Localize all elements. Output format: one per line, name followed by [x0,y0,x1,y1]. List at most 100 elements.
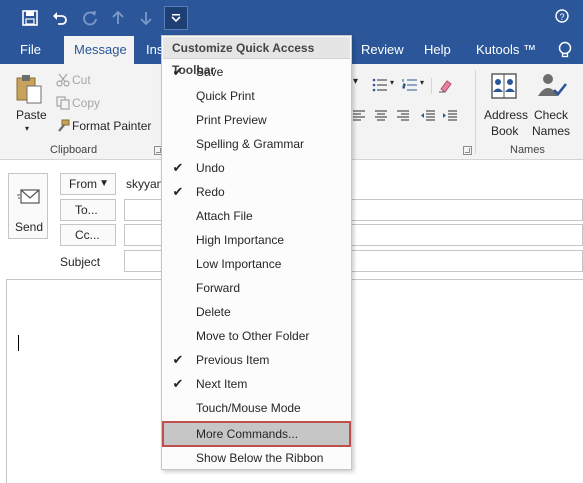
from-label: From [69,177,97,191]
names-group-label: Names [510,144,545,156]
address-book-button[interactable]: Address Book [480,70,530,142]
chevron-down-icon: ▾ [25,124,30,133]
menu-item-high-importance[interactable]: High Importance [163,228,350,252]
address-book-icon [491,73,517,99]
chevron-down-icon: ▾ [390,78,395,87]
outdent-icon [421,110,435,121]
menu-item-save[interactable]: ✔ Save [163,60,350,84]
scissors-icon [56,73,70,87]
save-icon [22,10,38,26]
check-names-icon [538,74,568,96]
check-names-button[interactable]: Check Names [530,70,576,142]
cc-button[interactable]: Cc... [60,224,116,246]
menu-item-low-importance[interactable]: Low Importance [163,252,350,276]
chevron-down-icon: ▾ [420,78,425,87]
undo-qat-button[interactable] [48,6,72,30]
align-left-icon [353,110,365,121]
align-center-icon [375,110,387,121]
menu-item-next-item[interactable]: ✔ Next Item [163,372,350,396]
send-label: Send [14,220,44,234]
checkmark-icon: ✔ [172,352,184,367]
tab-message[interactable]: Message [64,36,134,64]
cut-label: Cut [72,73,91,87]
menu-item-spelling-grammar[interactable]: Spelling & Grammar [163,132,350,156]
menu-item-more-commands[interactable]: More Commands... [162,421,351,447]
to-label: To... [75,203,98,217]
align-right-button[interactable] [396,110,410,124]
paste-button[interactable]: Paste ▾ [6,72,52,142]
copy-icon [56,96,70,110]
menu-item-undo[interactable]: ✔ Undo [163,156,350,180]
title-bar: ? [0,0,583,36]
tab-review[interactable]: Review [351,36,414,64]
check-names-label-1: Check [534,108,569,122]
arrow-down-icon [140,12,152,25]
cut-button[interactable]: Cut [54,70,154,90]
lightbulb-icon[interactable] [555,40,575,60]
checkmark-icon: ✔ [172,376,184,391]
group-separator [475,70,476,154]
format-painter-label: Format Painter [72,119,152,133]
chevron-down-icon: ▼ [99,178,109,189]
indent-icon [443,110,457,121]
increase-indent-button[interactable] [442,110,458,124]
eraser-icon [439,80,452,93]
align-right-icon [397,110,409,121]
format-painter-button[interactable]: Format Painter [54,116,158,136]
checkmark-icon: ✔ [172,64,184,79]
address-book-label-2: Book [491,124,519,138]
from-value: skyyan [126,177,164,191]
checkmark-icon: ✔ [172,160,184,175]
paintbrush-icon [58,119,70,132]
menu-item-touch-mouse-mode[interactable]: Touch/Mouse Mode [163,396,350,420]
menu-item-print-preview[interactable]: Print Preview [163,108,350,132]
arrow-up-icon [112,11,124,24]
save-qat-button[interactable] [18,6,42,30]
tab-help[interactable]: Help [414,36,461,64]
send-button[interactable]: Send [8,173,48,239]
tab-file[interactable]: File [10,36,51,64]
undo-icon [53,12,67,25]
clipboard-group-label: Clipboard [50,144,98,156]
cc-label: Cc... [75,228,100,242]
paste-icon [16,75,42,104]
menu-item-quick-print[interactable]: Quick Print [163,84,350,108]
menu-item-redo[interactable]: ✔ Redo [163,180,350,204]
help-circle-icon: ? [555,9,569,23]
align-left-button[interactable] [352,110,368,124]
customize-qat-dropdown[interactable] [164,6,188,30]
tab-kutools[interactable]: Kutools ™ [466,36,546,64]
bullets-icon [372,78,387,92]
copy-label: Copy [72,96,101,110]
send-envelope-icon [17,189,40,204]
address-book-label-1: Address [484,108,529,122]
menu-item-show-below-ribbon[interactable]: Show Below the Ribbon [163,446,350,470]
basic-text-dialog-launcher[interactable] [463,146,472,155]
next-item-qat-button[interactable] [134,6,158,30]
text-caret [18,335,19,351]
previous-item-qat-button[interactable] [106,6,130,30]
menu-item-move-to-other-folder[interactable]: Move to Other Folder [163,324,350,348]
menu-item-attach-file[interactable]: Attach File [163,204,350,228]
decrease-indent-button[interactable] [420,110,436,124]
chevron-down-icon [171,14,181,23]
bullets-button[interactable]: ▾ [372,78,398,94]
svg-text:?: ? [559,12,564,22]
customize-qat-menu: Customize Quick Access Toolbar ✔ Save Qui… [161,35,352,470]
align-center-button[interactable] [374,110,388,124]
subject-label: Subject [60,255,101,269]
menu-item-delete[interactable]: Delete [163,300,350,324]
from-button[interactable]: From ▼ [60,173,116,195]
copy-button[interactable]: Copy [54,93,154,113]
redo-icon [83,11,97,26]
menu-item-previous-item[interactable]: ✔ Previous Item [163,348,350,372]
redo-qat-button[interactable] [78,6,102,30]
checkmark-icon: ✔ [172,184,184,199]
check-names-label-2: Names [532,124,571,138]
menu-item-forward[interactable]: Forward [163,276,350,300]
to-button[interactable]: To... [60,199,116,221]
paste-label: Paste [16,108,47,122]
chevron-down-icon[interactable]: ▾ [353,76,358,87]
clear-formatting-button[interactable] [431,78,452,94]
numbering-button[interactable]: ▾ [402,78,428,94]
